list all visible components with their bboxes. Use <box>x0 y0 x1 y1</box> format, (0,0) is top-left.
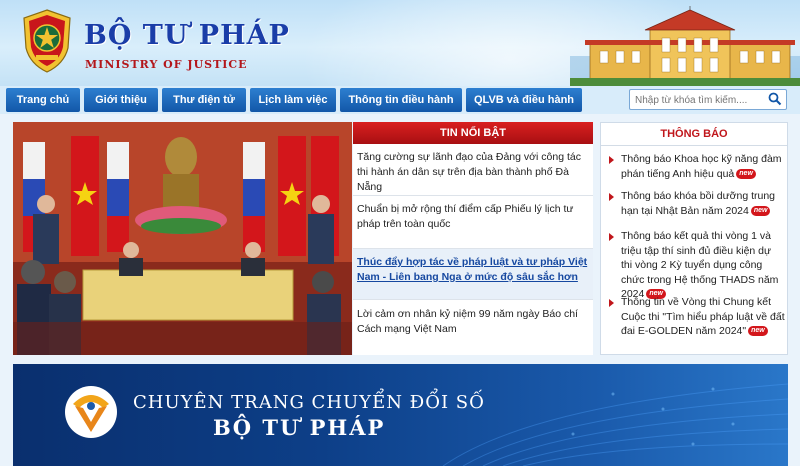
notice-item[interactable]: Thông báo khóa bồi dưỡng trung hạn tại N… <box>609 189 785 218</box>
nav-item-email[interactable]: Thư điện tử <box>162 88 246 112</box>
featured-news-item[interactable]: Chuẩn bị mở rộng thí điểm cấp Phiếu lý l… <box>357 202 589 232</box>
notice-item-text: Thông báo Khoa học kỹ năng đàm phán tiến… <box>621 153 782 180</box>
nav-item-operations[interactable]: Thông tin điều hành <box>340 88 462 112</box>
notice-item-text: Thông báo kết quả thi vòng 1 và triệu tậ… <box>621 230 779 300</box>
banner-title-line2: BỘ TƯ PHÁP <box>213 415 386 440</box>
nav-item-about[interactable]: Giới thiệu <box>84 88 158 112</box>
bullet-arrow-icon <box>609 156 614 164</box>
notice-item[interactable]: Thông báo Khoa học kỹ năng đàm phán tiến… <box>609 152 785 181</box>
site-header: BỘ TƯ PHÁP MINISTRY OF JUSTICE <box>0 0 800 86</box>
nav-item-home[interactable]: Trang chủ <box>6 88 80 112</box>
nav-item-document-management[interactable]: QLVB và điều hành <box>466 88 582 112</box>
notice-item[interactable]: Thông tin về Vòng thi Chung kết Cuộc thi… <box>609 295 785 339</box>
notices-panel: THÔNG BÁO Thông báo Khoa học kỹ năng đàm… <box>600 122 788 355</box>
site-subtitle: MINISTRY OF JUSTICE <box>85 58 248 71</box>
bullet-arrow-icon <box>609 299 614 307</box>
featured-news-item[interactable]: Lời cảm ơn nhân kỷ niệm 99 năm ngày Báo … <box>357 307 589 337</box>
divider <box>353 299 593 300</box>
notice-item[interactable]: Thông báo kết quả thi vòng 1 và triệu tậ… <box>609 229 785 302</box>
featured-news-photo[interactable] <box>13 122 352 355</box>
nav-item-schedule[interactable]: Lịch làm việc <box>250 88 336 112</box>
featured-news-heading: TIN NỔI BẬT <box>353 122 593 144</box>
divider <box>353 195 593 196</box>
site-title[interactable]: BỘ TƯ PHÁP <box>84 20 290 51</box>
ministry-emblem-icon[interactable] <box>20 8 74 74</box>
digital-transformation-banner[interactable]: CHUYÊN TRANG CHUYỂN ĐỔI SỐ BỘ TƯ PHÁP <box>13 364 788 466</box>
new-badge: new <box>748 326 768 337</box>
digital-transformation-logo-icon <box>65 386 117 438</box>
bullet-arrow-icon <box>609 193 614 201</box>
banner-background <box>442 383 788 466</box>
search-box <box>629 89 787 110</box>
featured-news-item[interactable]: Tăng cường sự lãnh đạo của Đảng với công… <box>357 150 589 195</box>
search-icon[interactable] <box>768 92 782 106</box>
new-badge: new <box>750 205 771 216</box>
featured-news-item-active[interactable]: Thúc đẩy hợp tác về pháp luật và tư pháp… <box>357 255 589 285</box>
featured-news-panel: TIN NỔI BẬT Tăng cường sự lãnh đạo của Đ… <box>353 122 593 355</box>
new-badge: new <box>736 168 756 179</box>
notices-heading: THÔNG BÁO <box>601 123 787 146</box>
banner-title-line1: CHUYÊN TRANG CHUYỂN ĐỔI SỐ <box>133 392 485 413</box>
search-input[interactable] <box>630 92 763 109</box>
ministry-building-image <box>570 6 800 86</box>
bullet-arrow-icon <box>609 233 614 241</box>
